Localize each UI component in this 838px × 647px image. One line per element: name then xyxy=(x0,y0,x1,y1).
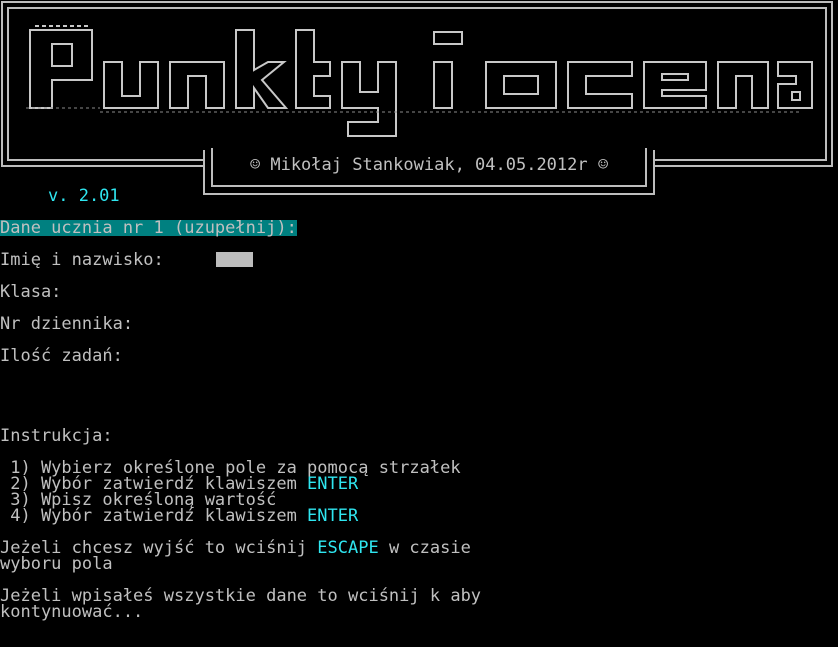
continue-line-2: kontynuować... xyxy=(0,602,144,622)
field-label-journal-number[interactable]: Nr dziennika: xyxy=(0,316,133,333)
form-header: Dane ucznia nr 1 (uzupełnij): xyxy=(0,218,297,238)
escape-line-post: w czasie xyxy=(378,538,471,558)
instruction-step-2-key: ENTER xyxy=(307,474,359,494)
version-label: v. 2.01 xyxy=(48,186,120,206)
name-input[interactable] xyxy=(216,252,253,267)
instructions-title: Instrukcja: xyxy=(0,426,113,446)
instruction-step-4-key: ENTER xyxy=(307,506,359,526)
author-box: ☺ Mikołaj Stankowiak, 04.05.2012r ☺ xyxy=(203,148,655,195)
field-label-name: Imię i nazwisko: xyxy=(0,250,164,270)
instruction-step-4: 4) Wybór zatwierdź klawiszem ENTER xyxy=(0,506,359,526)
author-line: ☺ Mikołaj Stankowiak, 04.05.2012r ☺ xyxy=(249,155,609,175)
instruction-step-4-text: 4) Wybór zatwierdź klawiszem xyxy=(0,506,308,526)
escape-line-2: wyboru pola xyxy=(0,554,113,574)
escape-key-label: ESCAPE xyxy=(317,538,379,558)
field-label-task-count[interactable]: Ilość zadań: xyxy=(0,348,123,365)
field-label-class[interactable]: Klasa: xyxy=(0,284,61,301)
